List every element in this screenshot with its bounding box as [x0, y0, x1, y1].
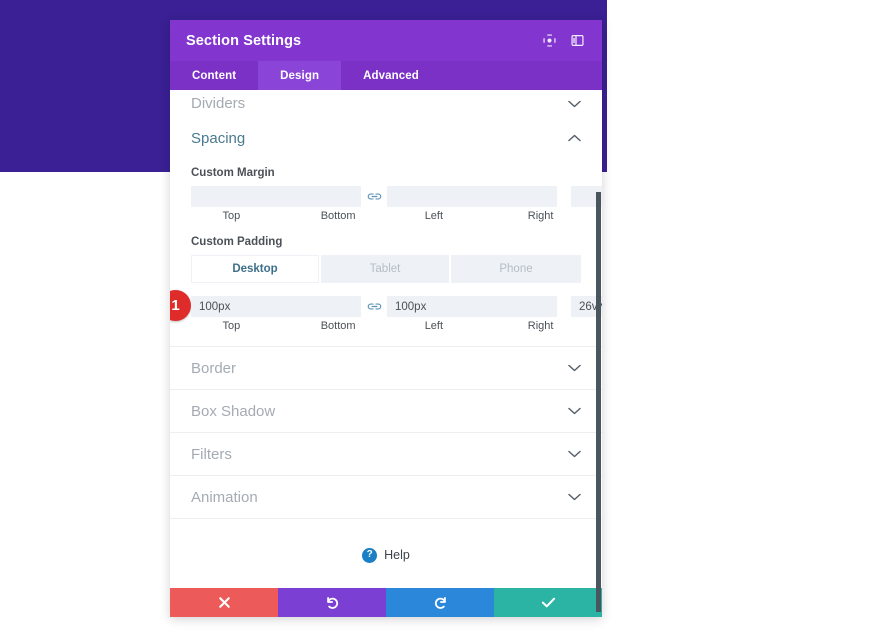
custom-margin-fields [191, 186, 602, 207]
caption-padding-left: Left [424, 320, 444, 332]
responsive-device-toggle: Desktop Tablet Phone [191, 255, 581, 283]
caption-padding-top: Top [222, 320, 241, 332]
caption-margin-left: Left [424, 210, 444, 222]
chevron-down-icon [567, 97, 581, 111]
chevron-up-icon [567, 131, 581, 145]
section-title-dividers: Dividers [191, 95, 246, 112]
section-header-spacing[interactable]: Spacing [170, 113, 602, 159]
caption-padding-bottom: Bottom [320, 320, 356, 332]
section-header-box-shadow[interactable]: Box Shadow [170, 390, 602, 433]
step-badge: 1 [170, 290, 191, 321]
help-row[interactable]: ? Help [170, 519, 602, 588]
custom-padding-label: Custom Padding [191, 236, 283, 248]
caption-padding-right: Right [527, 320, 554, 332]
layout-panel-icon[interactable] [566, 30, 588, 52]
section-settings-modal: Section Settings Content Design Advanced… [170, 20, 602, 617]
save-button[interactable] [494, 588, 602, 617]
modal-scrollbar[interactable] [596, 192, 601, 612]
target-icon[interactable] [538, 30, 560, 52]
caption-margin-bottom: Bottom [320, 210, 356, 222]
help-label: Help [384, 548, 410, 562]
section-title-border: Border [191, 359, 237, 377]
section-header-dividers[interactable]: Dividers [170, 90, 602, 113]
page-title: Section Settings [186, 32, 302, 49]
spacing-panel: Custom Margin Top Bottom Left Right Cust… [170, 159, 602, 346]
caption-margin-top: Top [222, 210, 241, 222]
collapsed-section-list: Border Box Shadow Filters Animation [170, 346, 602, 519]
custom-margin-captions: Top Bottom Left Right [191, 210, 581, 222]
padding-bottom-input[interactable] [387, 296, 557, 317]
tab-content[interactable]: Content [170, 61, 258, 90]
modal-scroll-body: Dividers Spacing Custom Margin Top Botto… [170, 90, 602, 588]
section-title-box-shadow: Box Shadow [191, 402, 276, 420]
custom-padding-captions: Top Bottom Left Right [191, 320, 581, 332]
cancel-button[interactable] [170, 588, 278, 617]
chevron-down-icon [567, 404, 581, 418]
section-title-animation: Animation [191, 488, 258, 506]
question-mark-icon: ? [362, 547, 378, 563]
modal-titlebar: Section Settings [170, 20, 602, 61]
tab-design[interactable]: Design [258, 61, 342, 90]
chevron-down-icon [567, 490, 581, 504]
margin-bottom-input[interactable] [387, 186, 557, 207]
chevron-down-icon [567, 361, 581, 375]
modal-tab-bar: Content Design Advanced [170, 61, 602, 90]
modal-action-bar [170, 588, 602, 617]
section-title-filters: Filters [191, 445, 232, 463]
custom-padding-fields [191, 296, 602, 317]
custom-margin-label: Custom Margin [191, 167, 275, 179]
undo-button[interactable] [278, 588, 386, 617]
device-tab-tablet[interactable]: Tablet [321, 255, 451, 283]
section-header-filters[interactable]: Filters [170, 433, 602, 476]
redo-button[interactable] [386, 588, 494, 617]
link-icon[interactable] [361, 191, 387, 202]
device-tab-phone[interactable]: Phone [451, 255, 581, 283]
section-header-animation[interactable]: Animation [170, 476, 602, 519]
margin-top-input[interactable] [191, 186, 361, 207]
section-header-border[interactable]: Border [170, 347, 602, 390]
section-title-spacing: Spacing [191, 129, 246, 147]
device-tab-desktop[interactable]: Desktop [191, 255, 321, 283]
link-icon[interactable] [361, 301, 387, 312]
tab-advanced[interactable]: Advanced [341, 61, 441, 90]
chevron-down-icon [567, 447, 581, 461]
padding-top-input[interactable] [191, 296, 361, 317]
caption-margin-right: Right [527, 210, 554, 222]
